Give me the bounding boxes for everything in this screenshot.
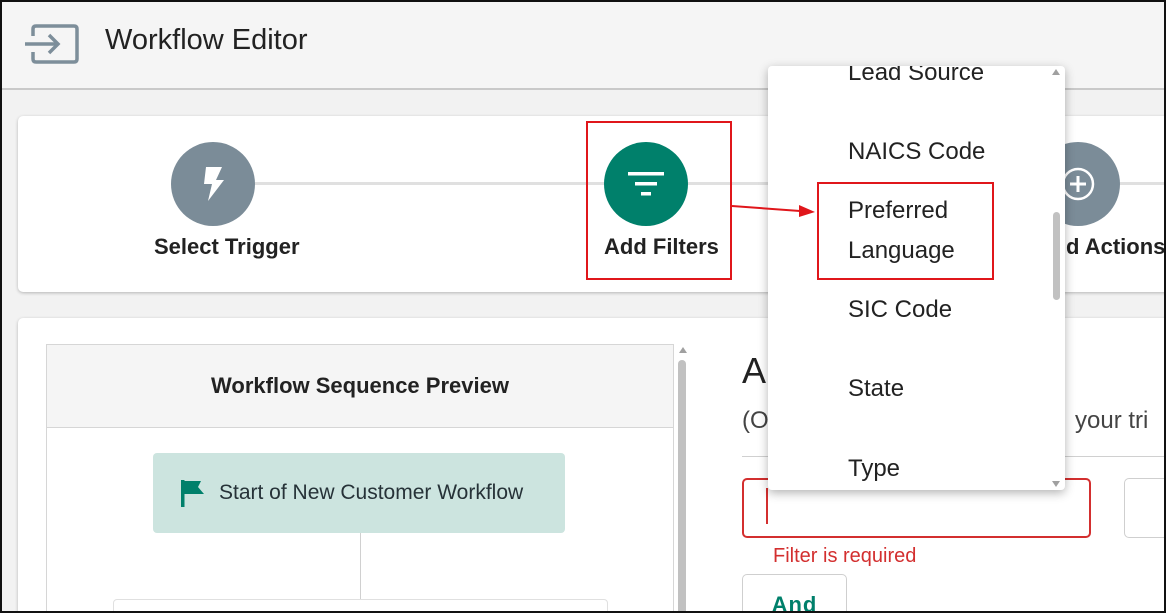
preview-scrollbar[interactable]	[676, 344, 688, 613]
step-add-filters-circle[interactable]	[604, 142, 688, 226]
scroll-up-arrow-icon[interactable]	[1052, 69, 1060, 75]
dropdown-option-label-line2: Language	[848, 237, 955, 264]
dropdown-option-type[interactable]: Type	[848, 449, 900, 489]
plus-icon	[1061, 167, 1095, 201]
dropdown-option-lead-source[interactable]: Lead Source	[848, 66, 984, 93]
workflow-preview-panel: Workflow Sequence Preview Start of New C…	[46, 344, 674, 613]
step-select-trigger-circle[interactable]	[171, 142, 255, 226]
preview-title: Workflow Sequence Preview	[47, 345, 673, 428]
text-caret	[766, 488, 768, 524]
dropdown-option-label-line1: Preferred	[848, 197, 949, 224]
step-add-actions-label[interactable]: d Actions	[1066, 234, 1165, 260]
start-node[interactable]: Start of New Customer Workflow	[153, 453, 565, 533]
page-title: Workflow Editor	[105, 24, 308, 56]
step-connector	[255, 182, 605, 185]
filters-heading: A	[742, 350, 767, 391]
next-node[interactable]	[113, 599, 608, 613]
dropdown-scrollbar[interactable]	[1049, 66, 1063, 490]
scroll-thumb[interactable]	[678, 360, 686, 613]
scroll-thumb[interactable]	[1053, 212, 1060, 300]
exit-to-app-icon[interactable]	[22, 22, 80, 66]
filter-value-input[interactable]	[1124, 478, 1166, 538]
filters-subtext: (O	[742, 407, 769, 434]
and-button[interactable]: And	[742, 574, 847, 613]
filter-error-message: Filter is required	[773, 545, 917, 567]
scroll-up-arrow-icon[interactable]	[679, 347, 687, 353]
start-node-label: Start of New Customer Workflow	[219, 481, 524, 504]
step-select-trigger-label[interactable]: Select Trigger	[154, 234, 300, 260]
dropdown-option-state[interactable]: State	[848, 369, 904, 409]
flag-icon	[181, 480, 204, 507]
filter-dropdown-menu: Lead Source NAICS Code Preferred Languag…	[768, 66, 1065, 490]
dropdown-option-naics-code[interactable]: NAICS Code	[848, 132, 985, 172]
bolt-icon	[204, 167, 224, 201]
filter-icon	[628, 172, 664, 196]
sequence-connector	[360, 533, 361, 601]
dropdown-option-sic-code[interactable]: SIC Code	[848, 290, 952, 330]
scroll-down-arrow-icon[interactable]	[1052, 481, 1060, 487]
filters-subtext-tail: your tri	[1075, 407, 1149, 434]
step-add-filters-label[interactable]: Add Filters	[604, 234, 719, 260]
